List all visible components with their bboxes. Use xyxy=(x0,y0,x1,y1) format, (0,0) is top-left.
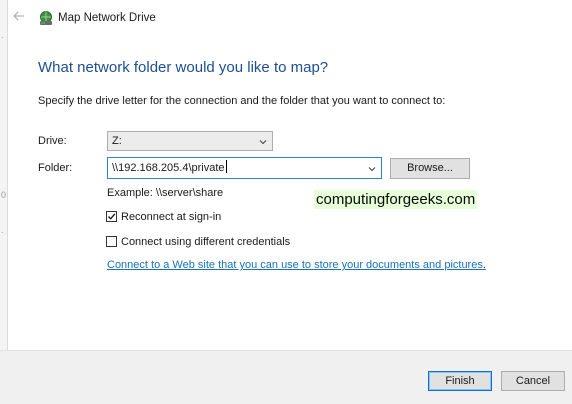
page-heading: What network folder would you like to ma… xyxy=(38,59,329,76)
drive-label: Drive: xyxy=(38,135,67,147)
chevron-down-icon[interactable] xyxy=(368,165,376,173)
web-site-link-row: Connect to a Web site that you can use t… xyxy=(107,259,486,271)
link-period: . xyxy=(482,259,486,271)
folder-input[interactable]: \\192.168.205.4\private xyxy=(107,157,382,179)
network-drive-icon xyxy=(38,10,54,26)
drive-select[interactable]: Z: xyxy=(107,131,273,151)
chevron-down-icon xyxy=(259,140,267,145)
reconnect-label: Reconnect at sign-in xyxy=(121,211,222,223)
back-arrow-icon[interactable] xyxy=(12,9,26,23)
example-text: Example: \\server\share xyxy=(107,187,224,199)
drive-select-value: Z: xyxy=(112,135,122,147)
browse-button[interactable]: Browse... xyxy=(390,158,470,179)
credentials-option[interactable]: Connect using different credentials xyxy=(106,236,290,248)
reconnect-checkbox[interactable] xyxy=(106,211,117,222)
checkmark-icon xyxy=(108,213,116,220)
cancel-button[interactable]: Cancel xyxy=(501,371,565,391)
text-caret xyxy=(225,160,227,173)
background-window-edge: . 0 . xyxy=(0,0,8,403)
folder-input-value: \\192.168.205.4\private xyxy=(112,162,225,174)
finish-button[interactable]: Finish xyxy=(428,371,492,391)
instruction-text: Specify the drive letter for the connect… xyxy=(38,95,446,107)
watermark-text: computingforgeeks.com xyxy=(314,190,478,209)
window-title: Map Network Drive xyxy=(58,12,156,24)
credentials-checkbox[interactable] xyxy=(106,236,117,247)
credentials-label: Connect using different credentials xyxy=(121,236,291,248)
reconnect-option[interactable]: Reconnect at sign-in xyxy=(106,211,221,223)
web-site-link[interactable]: Connect to a Web site that you can use t… xyxy=(107,259,483,271)
folder-label: Folder: xyxy=(38,162,73,174)
